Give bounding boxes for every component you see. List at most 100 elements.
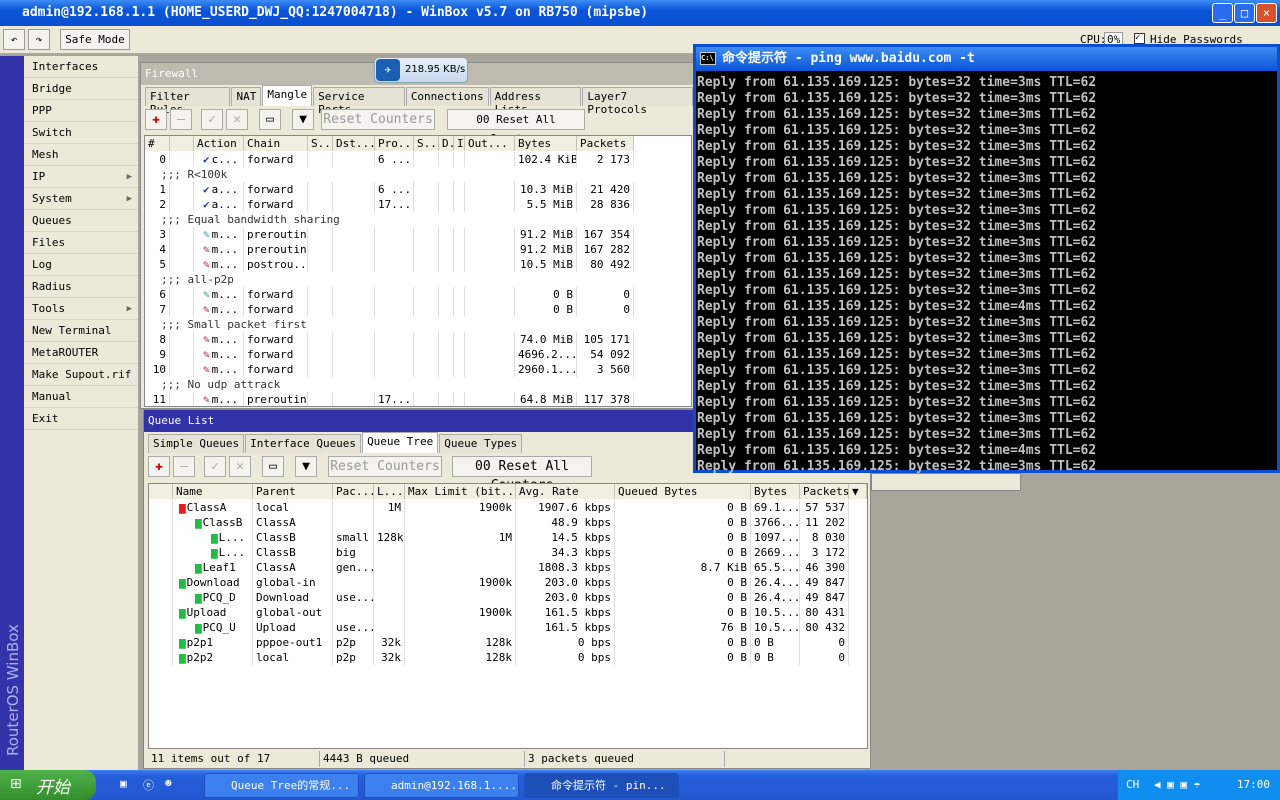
reset-counters-button[interactable]: Reset Counters bbox=[328, 456, 442, 477]
table-row[interactable]: ▆L... ClassB small 128k 1M 14.5 kbps 0 B 1097..… bbox=[149, 530, 867, 545]
table-row[interactable]: 0 ✔ c... forward 6 ... 102.4 KiB 2 173 bbox=[145, 152, 691, 167]
add-icon[interactable]: ✚ bbox=[145, 109, 167, 130]
maximize-button[interactable]: □ bbox=[1234, 3, 1255, 23]
column-header[interactable] bbox=[149, 484, 173, 499]
table-row[interactable]: ▆ClassB ClassA 48.9 kbps 0 B 3766... 11 202 bbox=[149, 515, 867, 530]
table-row[interactable]: 3 ✎ m... prerouting 91.2 MiB 167 354 bbox=[145, 227, 691, 242]
table-row[interactable]: ▆Leaf1 ClassA gen... 1808.3 kbps 8.7 KiB 65.5… bbox=[149, 560, 867, 575]
menu-item-exit[interactable]: Exit bbox=[24, 408, 138, 430]
enable-icon[interactable]: ✓ bbox=[204, 456, 226, 477]
column-header[interactable]: Queued Bytes bbox=[615, 484, 751, 499]
column-header[interactable]: Packets bbox=[800, 484, 849, 499]
table-row[interactable]: 7 ✎ m... forward 0 B0 bbox=[145, 302, 691, 317]
column-header[interactable]: Out... bbox=[465, 136, 515, 151]
column-header[interactable]: Bytes bbox=[751, 484, 800, 499]
reset-all-counters-button[interactable]: 00 Reset All Counters bbox=[447, 109, 585, 145]
comment-icon[interactable]: ▭ bbox=[259, 109, 281, 130]
table-row[interactable]: ▆p2p1 pppoe-out1 p2p 32k 128k 0 bps 0 B0 B0 bbox=[149, 635, 867, 650]
tab-mangle[interactable]: Mangle bbox=[262, 85, 313, 106]
column-header[interactable]: Max Limit (bit... bbox=[405, 484, 516, 499]
menu-item-manual[interactable]: Manual bbox=[24, 386, 138, 408]
menu-item-tools[interactable]: Tools ▶ bbox=[24, 298, 138, 320]
menu-item-new-terminal[interactable]: New Terminal bbox=[24, 320, 138, 342]
remove-icon[interactable]: — bbox=[173, 456, 195, 477]
task-cmd[interactable]: 命令提示符 - pin... bbox=[524, 773, 679, 798]
disable-icon[interactable]: ✕ bbox=[226, 109, 248, 130]
column-header[interactable]: Pro... bbox=[375, 136, 414, 151]
quicklaunch-icon[interactable]: ▣ bbox=[120, 777, 127, 790]
table-row[interactable]: 4 ✎ m... prerouting 91.2 MiB 167 282 bbox=[145, 242, 691, 257]
table-row[interactable]: 9 ✎ m... forward 4696.2... 54 092 bbox=[145, 347, 691, 362]
column-header[interactable]: Pac... bbox=[333, 484, 374, 499]
menu-item-metarouter[interactable]: MetaROUTER bbox=[24, 342, 138, 364]
tab-queue-types[interactable]: Queue Types bbox=[439, 434, 523, 453]
column-header[interactable]: Bytes bbox=[515, 136, 577, 151]
tab-queue-tree[interactable]: Queue Tree bbox=[362, 432, 439, 453]
table-row[interactable]: ▆PCQ_D Download use... 203.0 kbps 0 B 26.4...… bbox=[149, 590, 867, 605]
menu-item-bridge[interactable]: Bridge bbox=[24, 78, 138, 100]
table-row[interactable]: 11 ✎ m... prerouting 17... 64.8 MiB 117 378 bbox=[145, 392, 691, 406]
table-row[interactable]: 2 ✔ a... forward 17... 5.5 MiB 28 836 bbox=[145, 197, 691, 212]
start-button[interactable]: ⊞ 开始 bbox=[0, 770, 96, 800]
minimize-button[interactable]: _ bbox=[1212, 3, 1233, 23]
tab-address-lists[interactable]: Address Lists bbox=[489, 87, 582, 116]
column-header[interactable]: Dst... bbox=[333, 136, 375, 151]
task-winbox[interactable]: admin@192.168.1.... bbox=[364, 773, 519, 798]
hide-passwords-checkbox[interactable]: ✓ bbox=[1134, 33, 1145, 44]
column-header[interactable]: I bbox=[454, 136, 465, 151]
tab-nat[interactable]: NAT bbox=[231, 87, 262, 106]
column-header[interactable]: Chain bbox=[244, 136, 308, 151]
tab-service-ports[interactable]: Service Ports bbox=[313, 87, 405, 116]
column-header[interactable]: S... bbox=[308, 136, 333, 151]
column-header[interactable]: Parent bbox=[253, 484, 333, 499]
ie-icon[interactable]: ⓔ bbox=[143, 777, 154, 793]
menu-item-ppp[interactable]: PPP bbox=[24, 100, 138, 122]
add-icon[interactable]: ✚ bbox=[148, 456, 170, 477]
column-header[interactable]: Action bbox=[194, 136, 244, 151]
column-header[interactable]: Name bbox=[173, 484, 253, 499]
column-header[interactable]: S... bbox=[414, 136, 439, 151]
remove-icon[interactable]: — bbox=[170, 109, 192, 130]
table-row[interactable]: ▆Download global-in 1900k 203.0 kbps 0 B 26.4… bbox=[149, 575, 867, 590]
table-row[interactable]: 6 ✎ m... forward 0 B0 bbox=[145, 287, 691, 302]
redo-button[interactable]: ↷ bbox=[28, 29, 50, 50]
table-row[interactable]: ▆ClassA local 1M 1900k 1907.6 kbps 0 B 69.1...… bbox=[149, 500, 867, 515]
reset-counters-button[interactable]: Reset Counters bbox=[321, 109, 435, 130]
tab-connections[interactable]: Connections bbox=[405, 87, 489, 106]
column-header[interactable]: D. bbox=[439, 136, 454, 151]
language-indicator[interactable]: CH bbox=[1126, 778, 1139, 791]
enable-icon[interactable]: ✓ bbox=[201, 109, 223, 130]
menu-item-make-supout-rif[interactable]: Make Supout.rif bbox=[24, 364, 138, 386]
tray-icons[interactable]: ◀ ▣ ▣ ☂ bbox=[1154, 778, 1200, 791]
filter-icon[interactable]: ▼ bbox=[295, 456, 317, 477]
menu-item-queues[interactable]: Queues bbox=[24, 210, 138, 232]
column-header[interactable]: L... bbox=[374, 484, 405, 499]
qq-icon[interactable]: ☻ bbox=[165, 777, 172, 790]
column-header[interactable]: Avg. Rate bbox=[516, 484, 615, 499]
tab-simple-queues[interactable]: Simple Queues bbox=[148, 434, 245, 453]
close-button[interactable]: × bbox=[1256, 3, 1277, 23]
table-row[interactable]: 8 ✎ m... forward 74.0 MiB 105 171 bbox=[145, 332, 691, 347]
column-header[interactable] bbox=[170, 136, 194, 151]
menu-item-switch[interactable]: Switch bbox=[24, 122, 138, 144]
tab-layer7-protocols[interactable]: Layer7 Protocols bbox=[582, 87, 693, 116]
table-row[interactable]: 10 ✎ m... forward 2960.1... 3 560 bbox=[145, 362, 691, 377]
task-queue-tree[interactable]: Queue Tree的常规... bbox=[204, 773, 359, 798]
menu-item-radius[interactable]: Radius bbox=[24, 276, 138, 298]
tab-filter-rules[interactable]: Filter Rules bbox=[145, 87, 231, 116]
menu-item-ip[interactable]: IP ▶ bbox=[24, 166, 138, 188]
safe-mode-button[interactable]: Safe Mode bbox=[60, 29, 130, 50]
column-header[interactable]: # bbox=[145, 136, 170, 151]
table-row[interactable]: ▆L... ClassB big 34.3 kbps 0 B 2669... 3 172 bbox=[149, 545, 867, 560]
menu-item-system[interactable]: System ▶ bbox=[24, 188, 138, 210]
menu-item-log[interactable]: Log bbox=[24, 254, 138, 276]
sort-dropdown-icon[interactable]: ▼ bbox=[849, 484, 867, 499]
table-row[interactable]: ▆Upload global-out 1900k 161.5 kbps 0 B 10.5.… bbox=[149, 605, 867, 620]
disable-icon[interactable]: ✕ bbox=[229, 456, 251, 477]
reset-all-counters-button[interactable]: 00 Reset All Counters bbox=[452, 456, 592, 493]
table-row[interactable]: 1 ✔ a... forward 6 ... 10.3 MiB 21 420 bbox=[145, 182, 691, 197]
table-row[interactable]: ▆PCQ_U Upload use... 161.5 kbps 76 B 10.5... 8… bbox=[149, 620, 867, 635]
undo-button[interactable]: ↶ bbox=[3, 29, 25, 50]
menu-item-files[interactable]: Files bbox=[24, 232, 138, 254]
tab-interface-queues[interactable]: Interface Queues bbox=[245, 434, 362, 453]
